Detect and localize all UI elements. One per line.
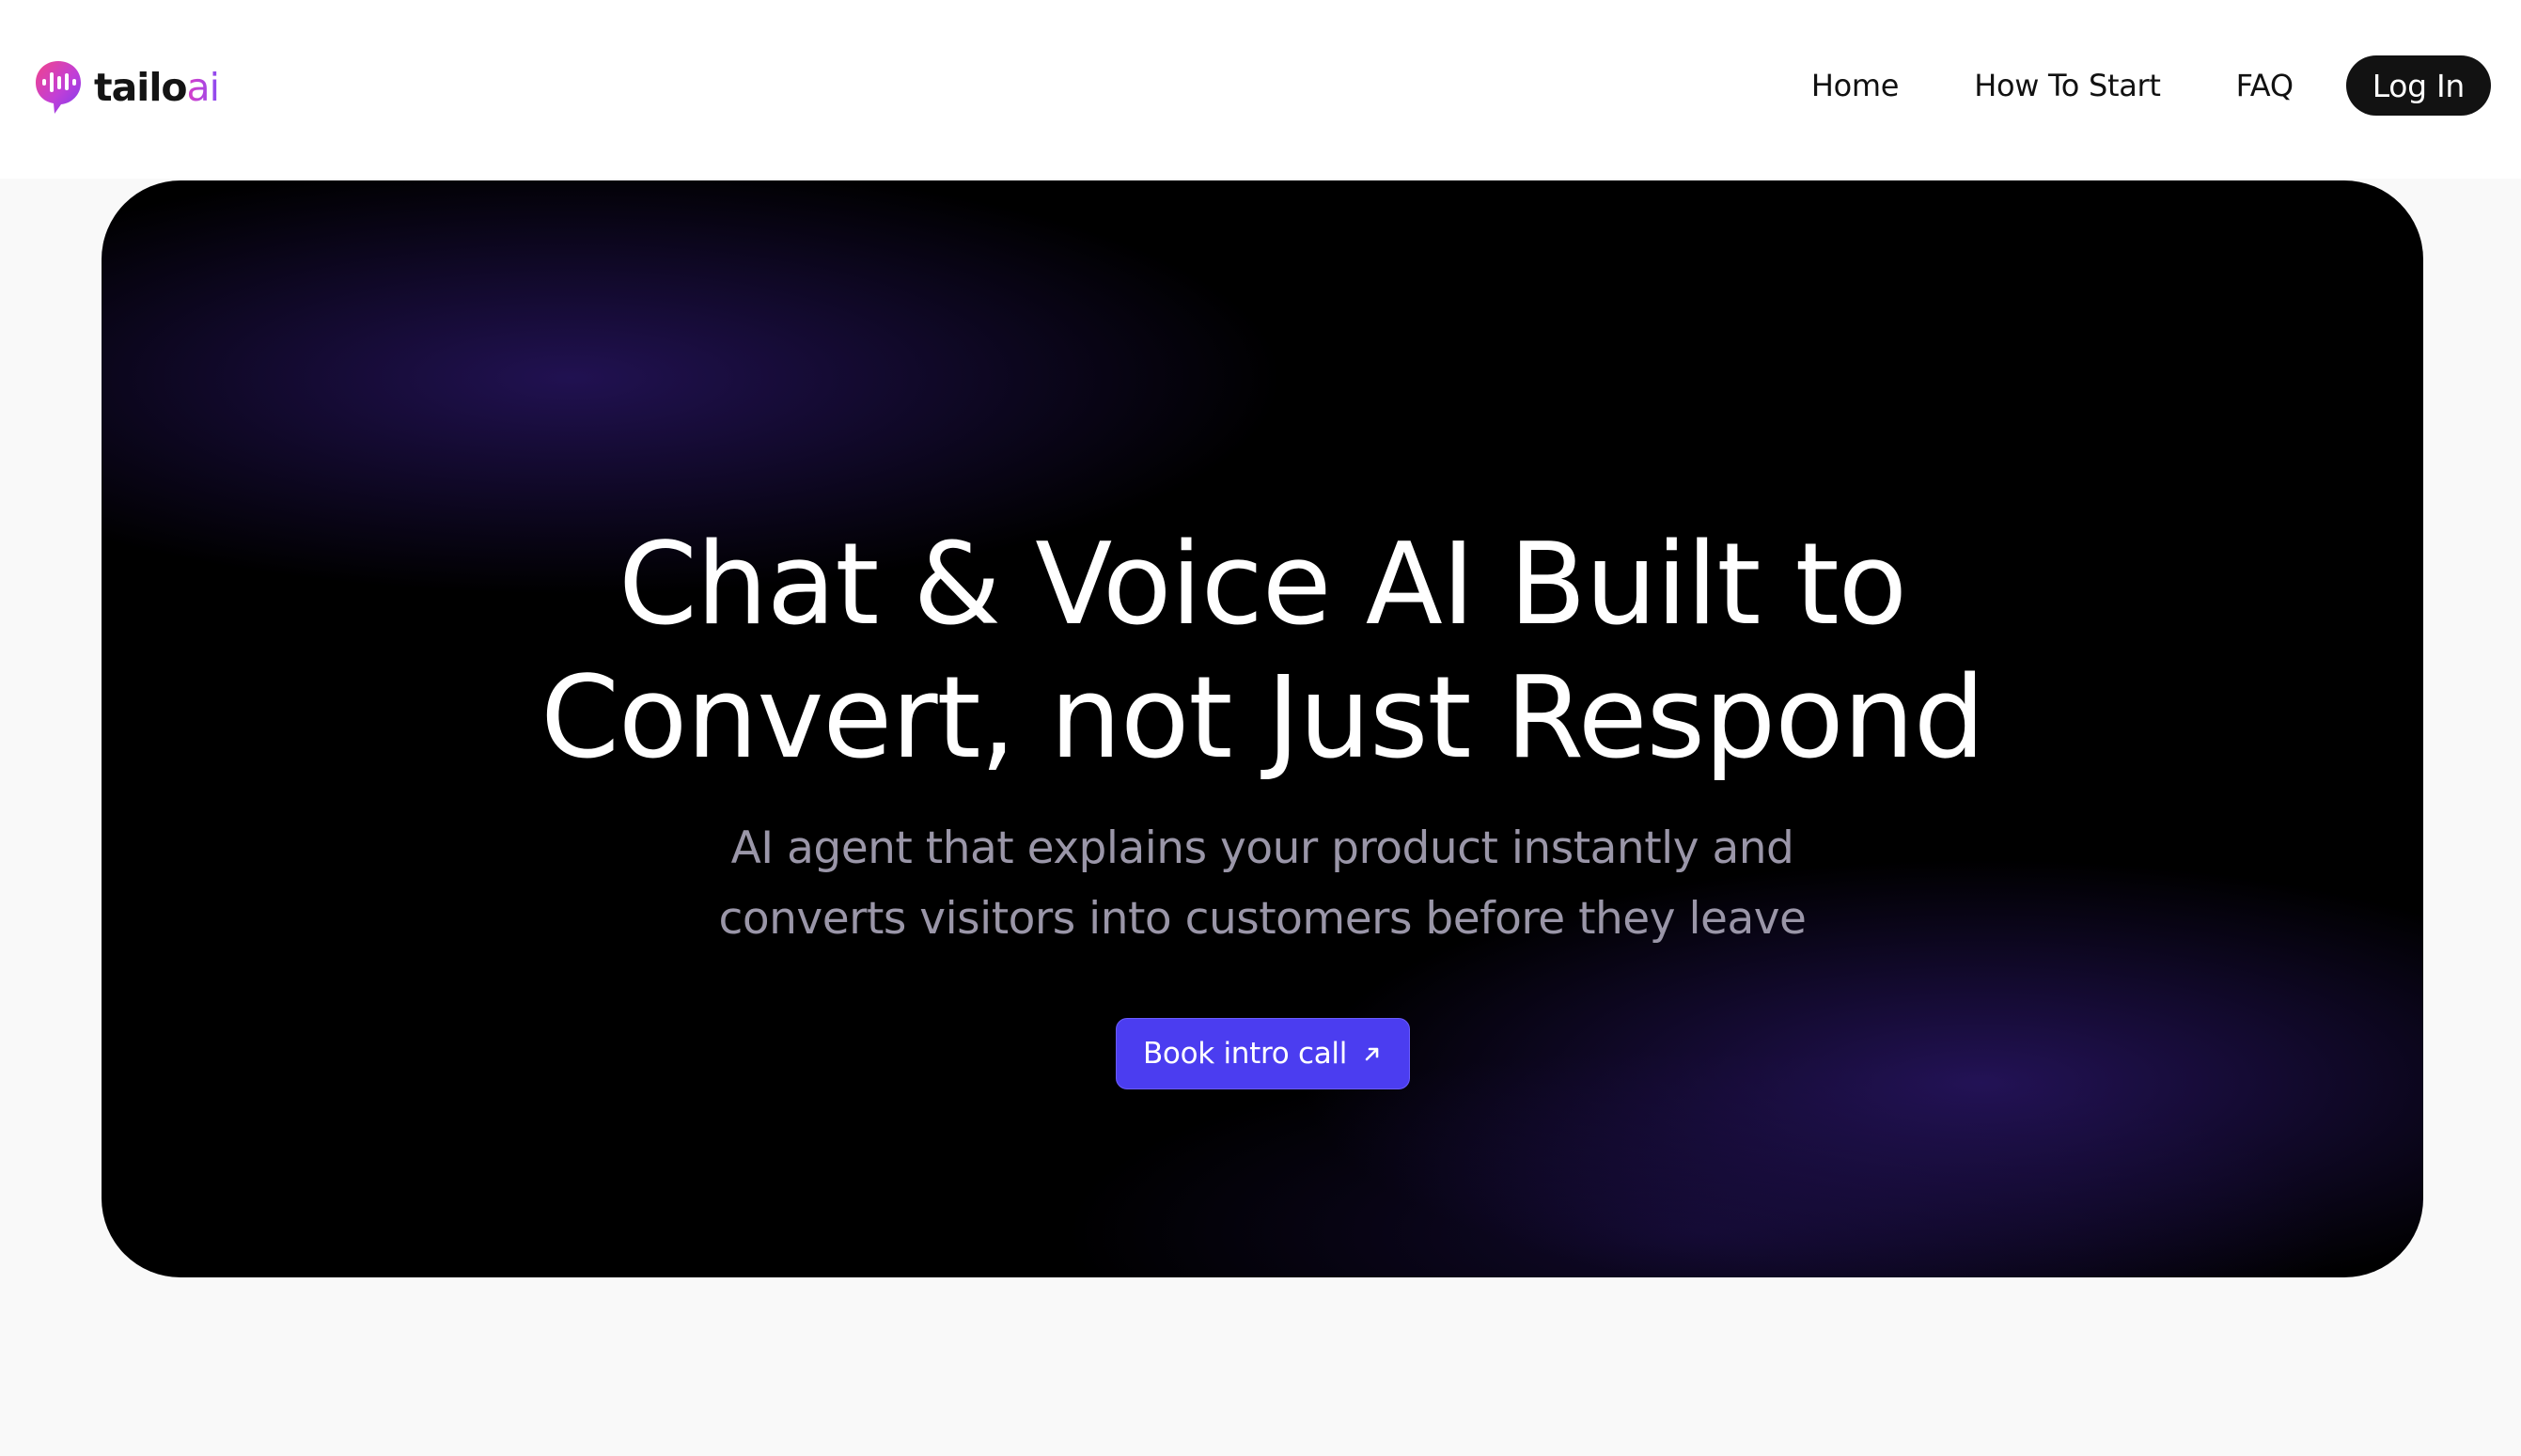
hero-content: Chat & Voice AI Built to Convert, not Ju… (102, 180, 2423, 1277)
hero-subtitle-line-2: converts visitors into customers before … (718, 893, 1807, 945)
hero-title-line-2: Convert, not Just Respond (540, 653, 1985, 784)
brand-logo[interactable]: tailoai (34, 58, 220, 117)
brand-wordmark: tailoai (94, 68, 220, 107)
hero-title-line-1: Chat & Voice AI Built to (618, 520, 1907, 650)
top-navigation-bar: tailoai Home How To Start FAQ Log In (0, 0, 2521, 179)
hero-subtitle: AI agent that explains your product inst… (102, 813, 2423, 954)
login-button[interactable]: Log In (2345, 55, 2491, 116)
hero-section: Chat & Voice AI Built to Convert, not Ju… (102, 180, 2423, 1277)
nav-link-home[interactable]: Home (1811, 68, 1900, 103)
nav-link-how-to-start[interactable]: How To Start (1974, 68, 2161, 103)
hero-title: Chat & Voice AI Built to Convert, not Ju… (102, 519, 2423, 786)
brand-name-main: tailo (94, 64, 188, 110)
nav-link-faq[interactable]: FAQ (2236, 68, 2294, 103)
chat-bubble-logo-icon (36, 61, 81, 114)
hero-subtitle-line-1: AI agent that explains your product inst… (730, 822, 1794, 874)
book-intro-call-button[interactable]: Book intro call (1116, 1018, 1410, 1089)
brand-name-accent: ai (186, 64, 221, 110)
cta-label: Book intro call (1142, 1037, 1348, 1071)
arrow-up-right-icon (1365, 1047, 1379, 1061)
main-nav: Home How To Start FAQ Log In (1811, 55, 2491, 117)
